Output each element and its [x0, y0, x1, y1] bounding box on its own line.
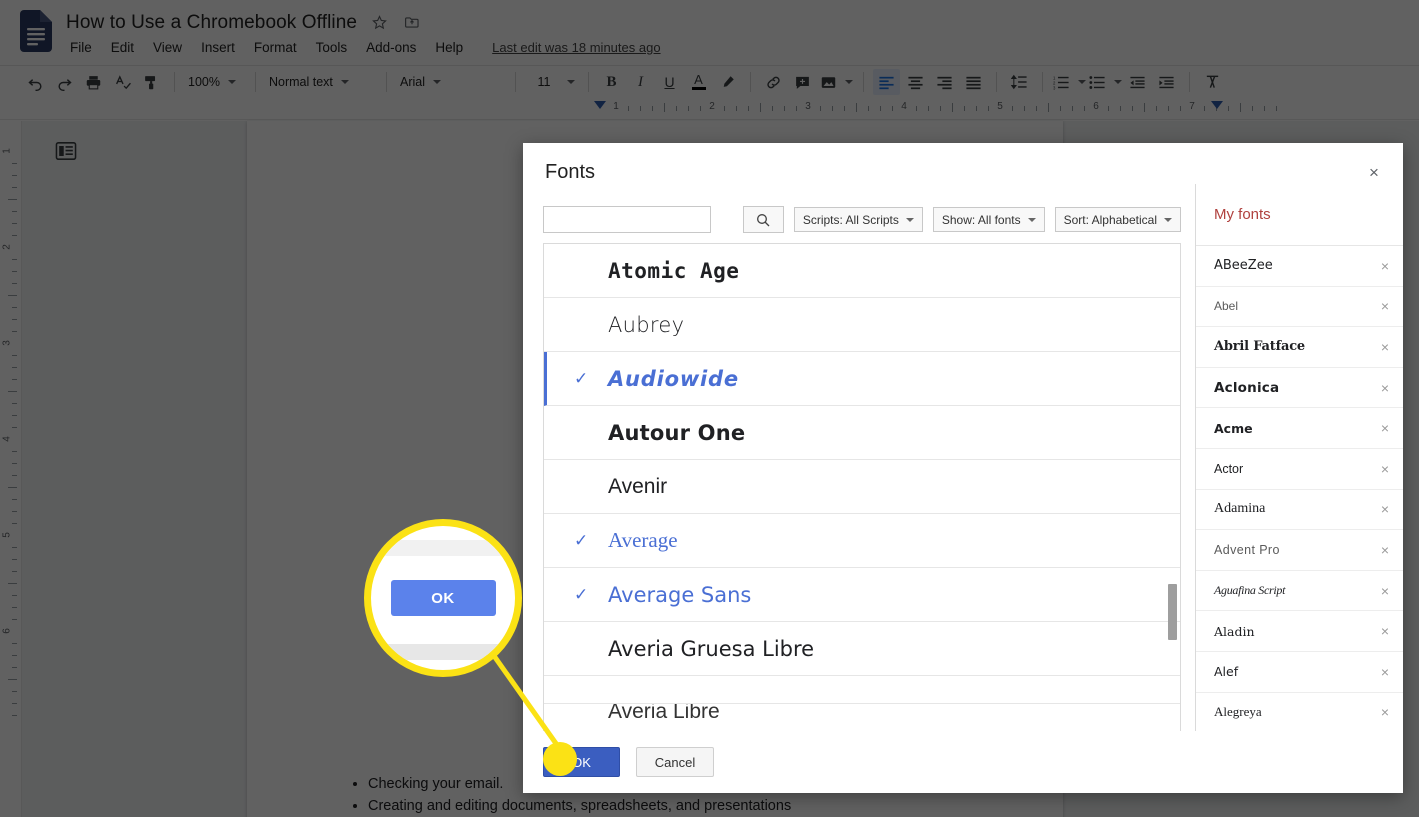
remove-font-icon[interactable]: ×	[1381, 299, 1389, 313]
remove-font-icon[interactable]: ×	[1381, 340, 1389, 354]
font-list-row[interactable]: ✓ Average Sans	[544, 568, 1180, 622]
my-font-row[interactable]: Alef ×	[1196, 652, 1403, 693]
chevron-down-icon	[905, 217, 914, 222]
font-name-label: Averia Gruesa Libre	[608, 636, 815, 661]
close-icon[interactable]: ×	[1363, 161, 1385, 183]
dialog-title: Fonts	[545, 161, 596, 183]
chevron-down-icon	[1164, 217, 1172, 222]
sort-filter[interactable]: Sort: Alphabetical	[1054, 207, 1181, 232]
dialog-header: Fonts ×	[523, 143, 1403, 184]
font-name-label: Audiowide	[608, 366, 739, 391]
fonts-dialog: Fonts × Scripts: All Scripts Show: All f…	[523, 143, 1403, 793]
font-list-partial-label: Averia Libre	[608, 703, 720, 723]
my-font-row[interactable]: Alegreya ×	[1196, 693, 1403, 731]
remove-font-icon[interactable]: ×	[1381, 543, 1389, 557]
my-font-row[interactable]: Aclonica ×	[1196, 368, 1403, 409]
my-font-name-label: Alegreya	[1214, 704, 1262, 720]
font-name-label: Average	[608, 528, 678, 552]
remove-font-icon[interactable]: ×	[1381, 381, 1389, 395]
search-input[interactable]	[543, 206, 711, 233]
my-font-name-label: Aguafina Script	[1214, 583, 1286, 598]
fonts-browser: Scripts: All Scripts Show: All fonts Sor…	[523, 184, 1195, 731]
font-list-scrollbar[interactable]	[1168, 584, 1177, 640]
font-list-row[interactable]: ✓ Audiowide	[544, 352, 1180, 406]
magnifier-strip-bottom	[371, 644, 515, 660]
remove-font-icon[interactable]: ×	[1381, 665, 1389, 679]
remove-font-icon[interactable]: ×	[1381, 705, 1389, 719]
font-list-row[interactable]: Aubrey	[544, 298, 1180, 352]
remove-font-icon[interactable]: ×	[1381, 584, 1389, 598]
my-font-row[interactable]: Acme ×	[1196, 408, 1403, 449]
dialog-footer: OK Cancel	[523, 731, 1403, 793]
font-list-row[interactable]: Avenir	[544, 460, 1180, 514]
my-font-row[interactable]: Actor ×	[1196, 449, 1403, 490]
magnifier-strip-top	[371, 540, 515, 556]
my-font-name-label: Adamina	[1214, 501, 1266, 517]
my-font-row[interactable]: Aguafina Script ×	[1196, 571, 1403, 612]
search-icon[interactable]	[743, 206, 784, 233]
scripts-filter[interactable]: Scripts: All Scripts	[793, 207, 923, 232]
my-font-row[interactable]: Abril Fatface ×	[1196, 327, 1403, 368]
font-name-label: Autour One	[608, 420, 746, 445]
my-font-name-label: Alef	[1214, 664, 1239, 680]
remove-font-icon[interactable]: ×	[1381, 502, 1389, 516]
sort-filter-label: Sort: Alphabetical	[1063, 212, 1157, 227]
check-icon: ✓	[574, 368, 589, 388]
screen: How to Use a Chromebook Offline	[0, 0, 1419, 817]
my-font-row[interactable]: Aladin ×	[1196, 611, 1403, 652]
my-font-row[interactable]: Abel ×	[1196, 287, 1403, 328]
filter-bar: Scripts: All Scripts Show: All fonts Sor…	[543, 184, 1181, 243]
my-fonts-list[interactable]: ABeeZee × Abel × Abril Fatface × Aclonica × Acme…	[1196, 246, 1403, 731]
font-name-label: Average Sans	[608, 582, 752, 607]
remove-font-icon[interactable]: ×	[1381, 259, 1389, 273]
font-name-label: Avenir	[608, 474, 668, 498]
my-font-row[interactable]: ABeeZee ×	[1196, 246, 1403, 287]
my-font-row[interactable]: Adamina ×	[1196, 490, 1403, 531]
my-font-name-label: Abril Fatface	[1214, 339, 1305, 355]
my-font-name-label: Actor	[1214, 461, 1244, 476]
my-font-name-label: Aladin	[1214, 623, 1255, 639]
font-list-row[interactable]: Atomic Age	[544, 244, 1180, 298]
remove-font-icon[interactable]: ×	[1381, 421, 1389, 435]
scripts-filter-label: Scripts: All Scripts	[802, 212, 899, 227]
magnified-ok-button[interactable]: OK	[390, 580, 496, 616]
my-font-row[interactable]: Advent Pro ×	[1196, 530, 1403, 571]
check-icon: ✓	[574, 530, 589, 550]
remove-font-icon[interactable]: ×	[1381, 462, 1389, 476]
font-list-row[interactable]: ✓ Average	[544, 514, 1180, 568]
my-font-name-label: Acme	[1214, 420, 1253, 436]
show-filter-label: Show: All fonts	[941, 212, 1021, 227]
remove-font-icon[interactable]: ×	[1381, 624, 1389, 638]
font-list-row[interactable]: Autour One	[544, 406, 1180, 460]
magnifier-callout: OK	[364, 519, 522, 677]
font-list-row[interactable]: Averia Gruesa Libre	[544, 622, 1180, 676]
check-icon: ✓	[574, 584, 589, 604]
my-font-name-label: Aclonica	[1214, 379, 1280, 396]
my-fonts-header: My fonts	[1196, 184, 1403, 246]
my-fonts-panel: My fonts ABeeZee × Abel × Abril Fatface × Aclo…	[1195, 184, 1403, 731]
font-list-partial-row: Averia Libre	[544, 703, 1180, 731]
font-name-label: Atomic Age	[608, 258, 740, 283]
my-font-name-label: Advent Pro	[1214, 542, 1280, 557]
font-name-label: Aubrey	[608, 312, 685, 337]
callout-highlight-dot	[543, 742, 577, 776]
my-font-name-label: Abel	[1214, 299, 1239, 314]
chevron-down-icon	[1027, 217, 1036, 222]
show-filter[interactable]: Show: All fonts	[932, 207, 1045, 232]
font-list[interactable]: Atomic Age Aubrey ✓ Audiowide Autour One Aven…	[543, 243, 1181, 731]
dialog-body: Scripts: All Scripts Show: All fonts Sor…	[523, 184, 1403, 731]
my-font-name-label: ABeeZee	[1214, 258, 1273, 274]
cancel-button[interactable]: Cancel	[636, 747, 714, 777]
